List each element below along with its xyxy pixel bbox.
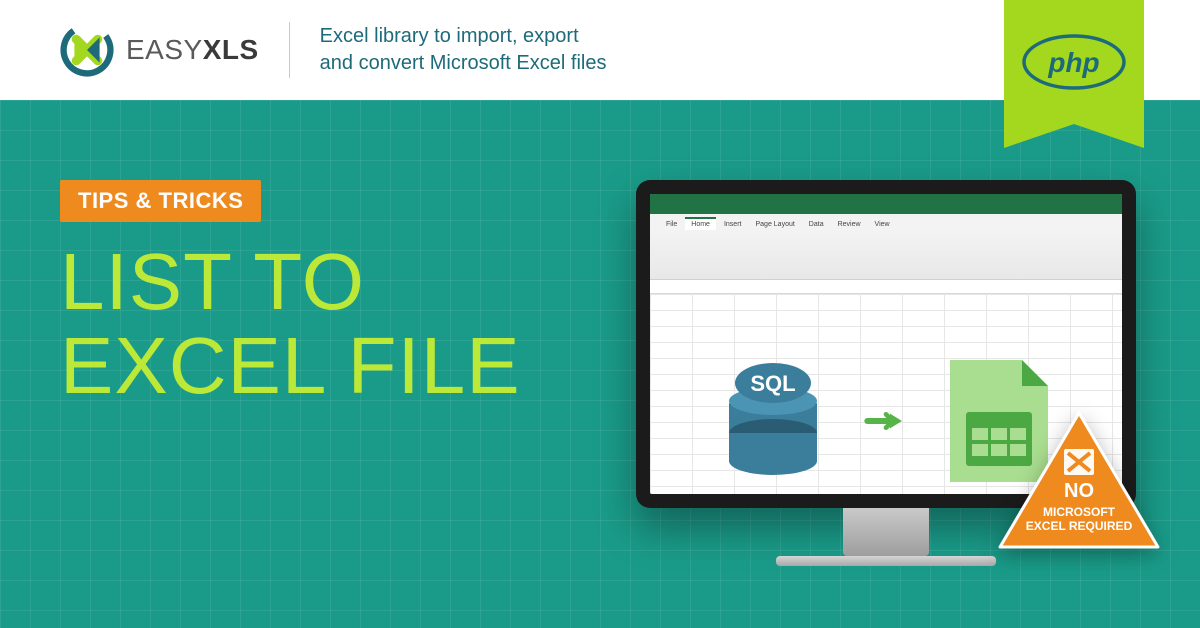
badge-line3: EXCEL REQUIRED [1026,519,1132,533]
tagline-line1: Excel library to import, export [320,23,607,50]
excel-tab: Review [832,219,867,230]
triangle-text: NO MICROSOFT EXCEL REQUIRED [994,479,1164,534]
warning-triangle-badge: NO MICROSOFT EXCEL REQUIRED [994,407,1164,562]
headline-line2: EXCEL FILE [60,324,521,408]
tech-ribbon: php [1004,0,1144,124]
excel-tab: Insert [718,219,748,230]
headline-line1: LIST TO [60,240,521,324]
monitor-foot [776,556,996,566]
excel-formula-bar [650,280,1122,294]
excel-tab: Home [685,217,716,230]
tagline-line2: and convert Microsoft Excel files [320,50,607,77]
tips-badge: TIPS & TRICKS [60,180,261,222]
logo-suffix: XLS [203,34,259,65]
excel-titlebar [650,194,1122,214]
excel-tab: Page Layout [749,219,800,230]
monitor-stand [843,508,929,556]
sql-database-icon: SQL [718,361,828,481]
excel-tab-strip: File Home Insert Page Layout Data Review… [650,214,1122,230]
logo-prefix: EASY [126,34,203,65]
badge-no: NO [994,479,1164,503]
php-badge-icon: php [1022,34,1126,90]
excel-tab: View [869,219,896,230]
logo-block: EASYXLS [60,23,259,77]
header-divider [289,22,290,78]
excel-tab: File [660,219,683,230]
svg-text:SQL: SQL [750,371,795,396]
logo-text: EASYXLS [126,34,259,66]
svg-text:php: php [1047,47,1099,78]
headline: LIST TO EXCEL FILE [60,240,521,408]
badge-line2: MICROSOFT [1043,505,1115,519]
excel-ribbon [650,230,1122,280]
excel-tab: Data [803,219,830,230]
easyxls-logo-icon [60,23,114,77]
arrow-right-icon [856,411,916,431]
main-panel: TIPS & TRICKS LIST TO EXCEL FILE File Ho… [0,100,1200,628]
tagline: Excel library to import, export and conv… [320,23,607,77]
